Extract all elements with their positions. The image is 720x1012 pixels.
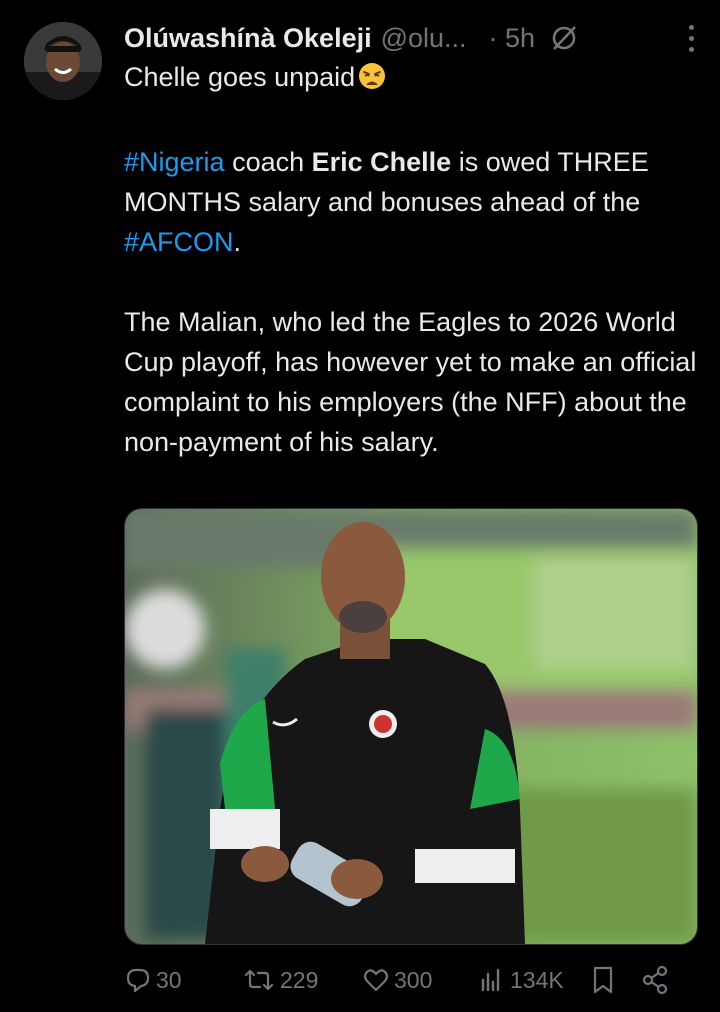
tweet-line-1: Chelle goes unpaid — [124, 57, 704, 102]
avatar-image — [24, 22, 102, 100]
coach-photo — [125, 509, 697, 944]
tweet-header: Olúwashínà Okeleji @olu... · 5h — [124, 18, 700, 58]
tweet-media-image[interactable] — [124, 508, 698, 945]
tweet-paragraph-2: #Nigeria coach Eric Chelle is owed THREE… — [124, 142, 704, 262]
text-span: . — [233, 227, 242, 257]
repost-count: 229 — [280, 966, 319, 993]
author-handle[interactable]: @olu... — [381, 23, 467, 54]
grok-icon[interactable] — [549, 23, 579, 53]
bookmark-icon — [590, 965, 616, 995]
reply-button[interactable]: 30 — [124, 966, 242, 994]
tweet-text: Chelle goes unpaid #Nigeria coach Eric C… — [124, 57, 704, 462]
repost-icon — [242, 966, 276, 994]
action-bar: 30 229 300 134K — [124, 958, 694, 1002]
like-button[interactable]: 300 — [362, 966, 478, 994]
tweet-paragraph-3: The Malian, who led the Eagles to 2026 W… — [124, 307, 697, 457]
tweet-time[interactable]: · 5h — [489, 23, 536, 54]
views-button[interactable]: 134K — [478, 966, 590, 994]
reply-count: 30 — [156, 966, 182, 993]
avatar[interactable] — [24, 22, 102, 100]
like-icon — [362, 966, 390, 994]
like-count: 300 — [394, 966, 433, 993]
weary-face-emoji — [357, 61, 387, 102]
bold-name: Eric Chelle — [311, 147, 452, 177]
bookmark-button[interactable] — [590, 965, 640, 995]
views-count: 134K — [510, 966, 564, 993]
reply-icon — [124, 966, 152, 994]
share-button[interactable] — [640, 965, 670, 995]
views-icon — [478, 966, 506, 994]
tweet-line-1-text: Chelle goes unpaid — [124, 62, 356, 92]
more-icon[interactable] — [689, 25, 694, 52]
hashtag-afcon[interactable]: #AFCON — [124, 227, 234, 257]
author-name[interactable]: Olúwashínà Okeleji — [124, 23, 372, 54]
hashtag-nigeria[interactable]: #Nigeria — [124, 147, 225, 177]
share-icon — [640, 965, 670, 995]
repost-button[interactable]: 229 — [242, 966, 362, 994]
text-span: coach — [224, 147, 312, 177]
